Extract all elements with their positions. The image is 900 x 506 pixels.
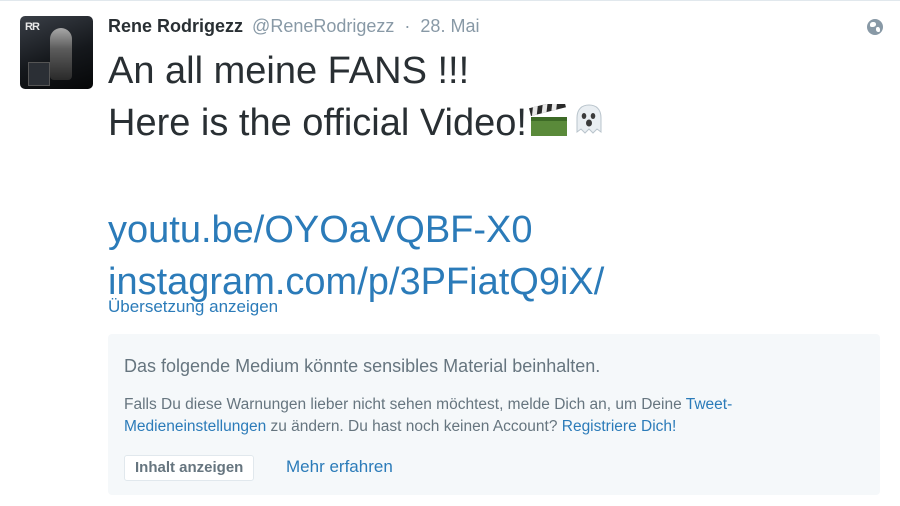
tweet-text-line-2: Here is the official Video!: [108, 97, 878, 152]
learn-more-link[interactable]: Mehr erfahren: [286, 456, 393, 478]
clapper-board-icon: [529, 99, 569, 152]
tweet-text: An all meine FANS !!! Here is the offici…: [108, 45, 878, 308]
tweet: RR Rene Rodrigezz @ReneRodrigezz · 28. M…: [0, 0, 900, 506]
youtube-link[interactable]: youtu.be/OYOaVQBF-X0: [108, 209, 533, 251]
tweet-link-1-row: youtu.be/OYOaVQBF-X0: [108, 204, 878, 256]
sensitive-media-warning: Das folgende Medium könnte sensibles Mat…: [108, 334, 880, 495]
sensitive-media-body-part-2: zu ändern. Du hast noch keinen Account?: [266, 418, 562, 435]
tweet-text-line-2-text: Here is the official Video!: [108, 102, 527, 144]
show-translation-link[interactable]: Übersetzung anzeigen: [108, 297, 278, 317]
globe-icon: [867, 19, 883, 35]
sensitive-media-body: Falls Du diese Warnungen lieber nicht se…: [124, 394, 869, 438]
author-username[interactable]: @ReneRodrigezz: [252, 16, 394, 36]
author-fullname[interactable]: Rene Rodrigezz: [108, 16, 243, 36]
tweet-header: Rene Rodrigezz @ReneRodrigezz · 28. Mai: [108, 15, 479, 37]
avatar[interactable]: RR: [20, 16, 93, 89]
sensitive-media-title: Das folgende Medium könnte sensibles Mat…: [124, 356, 601, 376]
ghost-icon: [571, 100, 607, 152]
avatar-speaker-shape: [28, 62, 50, 86]
tweet-text-line-1: An all meine FANS !!!: [108, 50, 470, 92]
avatar-figure-shape: [50, 28, 72, 80]
register-link[interactable]: Registriere Dich!: [562, 418, 677, 435]
sensitive-media-body-part-1: Falls Du diese Warnungen lieber nicht se…: [124, 396, 686, 413]
header-separator: ·: [404, 16, 411, 36]
avatar-logo: RR: [25, 21, 40, 33]
show-content-button[interactable]: Inhalt anzeigen: [124, 455, 255, 481]
tweet-date[interactable]: 28. Mai: [420, 16, 479, 36]
